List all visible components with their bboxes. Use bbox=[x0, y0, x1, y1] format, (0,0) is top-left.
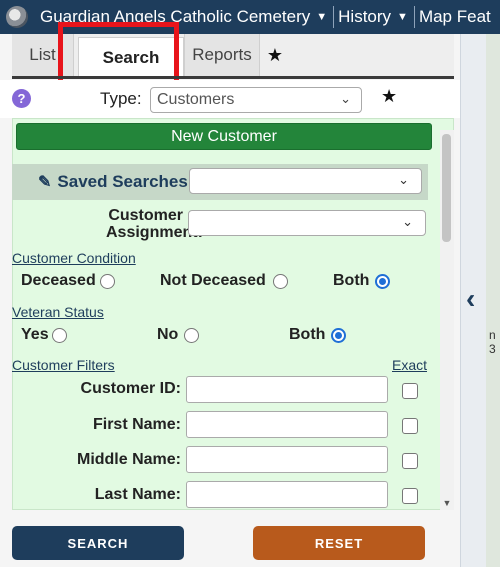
first-name-label: First Name: bbox=[92, 416, 181, 433]
customer-assignment-label-line2: Assignment: bbox=[106, 224, 203, 241]
radio-condition-both[interactable] bbox=[375, 274, 390, 289]
first-name-exact-checkbox[interactable] bbox=[402, 418, 418, 434]
chevron-down-icon: ⌄ bbox=[402, 214, 413, 229]
radio-veteran-no[interactable] bbox=[184, 328, 199, 343]
type-label: Type: bbox=[100, 89, 142, 108]
map-label-fragment: 3 bbox=[489, 342, 496, 356]
first-name-input[interactable] bbox=[186, 411, 388, 438]
customer-condition-heading: Customer Condition bbox=[12, 250, 136, 266]
new-customer-button[interactable]: New Customer bbox=[16, 123, 432, 150]
last-name-exact-checkbox[interactable] bbox=[402, 488, 418, 504]
last-name-label: Last Name: bbox=[94, 486, 181, 503]
radio-deceased[interactable] bbox=[100, 274, 115, 289]
customer-assignment-label-line1: Customer bbox=[108, 207, 183, 224]
map-features-label: Map Feat bbox=[418, 7, 491, 26]
map-label-fragment: n bbox=[489, 328, 496, 342]
type-select[interactable]: Customers ⌄ bbox=[150, 87, 362, 113]
customer-filters-heading: Customer Filters bbox=[12, 357, 115, 373]
radio-label-veteran-both: Both bbox=[289, 326, 326, 343]
exact-heading: Exact bbox=[392, 357, 428, 373]
middle-name-input[interactable] bbox=[186, 446, 388, 473]
radio-label-deceased: Deceased bbox=[21, 272, 96, 289]
map-view-edge bbox=[486, 34, 500, 567]
history-label: History bbox=[338, 7, 392, 26]
history-menu[interactable]: History ▼ bbox=[334, 0, 414, 34]
favorites-star-icon[interactable]: ★ bbox=[260, 34, 290, 76]
saved-searches-label: ✎ Saved Searches: bbox=[38, 172, 194, 192]
radio-veteran-both[interactable] bbox=[331, 328, 346, 343]
radio-label-condition-both: Both bbox=[333, 272, 370, 289]
radio-label-not-deceased: Not Deceased bbox=[160, 272, 266, 289]
middle-name-exact-checkbox[interactable] bbox=[402, 453, 418, 469]
scroll-down-arrow-icon[interactable]: ▼ bbox=[440, 496, 454, 510]
middle-name-label: Middle Name: bbox=[76, 451, 181, 468]
app-window: Guardian Angels Catholic Cemetery ▼ Hist… bbox=[0, 0, 500, 567]
type-row: ? Type: Customers ⌄ ★ bbox=[0, 80, 460, 118]
saved-searches-select[interactable]: ⌄ bbox=[189, 168, 422, 194]
search-button[interactable]: SEARCH bbox=[12, 526, 184, 560]
customer-id-input[interactable] bbox=[186, 376, 388, 403]
customer-id-exact-checkbox[interactable] bbox=[402, 383, 418, 399]
edit-icon[interactable]: ✎ bbox=[38, 172, 51, 192]
tab-underline bbox=[12, 76, 454, 79]
veteran-status-heading: Veteran Status bbox=[12, 304, 104, 320]
map-features-menu[interactable]: Map Feat bbox=[415, 0, 497, 34]
radio-veteran-yes[interactable] bbox=[52, 328, 67, 343]
chevron-down-icon: ⌄ bbox=[398, 172, 409, 187]
customer-id-label: Customer ID: bbox=[80, 380, 181, 397]
radio-not-deceased[interactable] bbox=[273, 274, 288, 289]
radio-label-no: No bbox=[157, 326, 179, 343]
scrollbar-thumb[interactable] bbox=[442, 134, 451, 242]
cemetery-logo-icon bbox=[6, 6, 28, 28]
chevron-down-icon: ▼ bbox=[397, 11, 408, 23]
help-icon[interactable]: ? bbox=[12, 89, 31, 108]
tab-reports[interactable]: Reports bbox=[184, 34, 260, 76]
chevron-down-icon: ⌄ bbox=[340, 91, 351, 106]
chevron-down-icon: ▼ bbox=[316, 11, 328, 23]
last-name-input[interactable] bbox=[186, 481, 388, 508]
customer-assignment-select[interactable]: ⌄ bbox=[188, 210, 426, 236]
radio-label-yes: Yes bbox=[21, 326, 49, 343]
collapse-panel-chevron-icon[interactable]: ‹ bbox=[466, 283, 475, 315]
type-select-value: Customers bbox=[157, 91, 235, 108]
favorite-star-icon[interactable]: ★ bbox=[381, 86, 397, 107]
saved-searches-text: Saved Searches: bbox=[57, 172, 194, 191]
reset-button[interactable]: RESET bbox=[253, 526, 425, 560]
